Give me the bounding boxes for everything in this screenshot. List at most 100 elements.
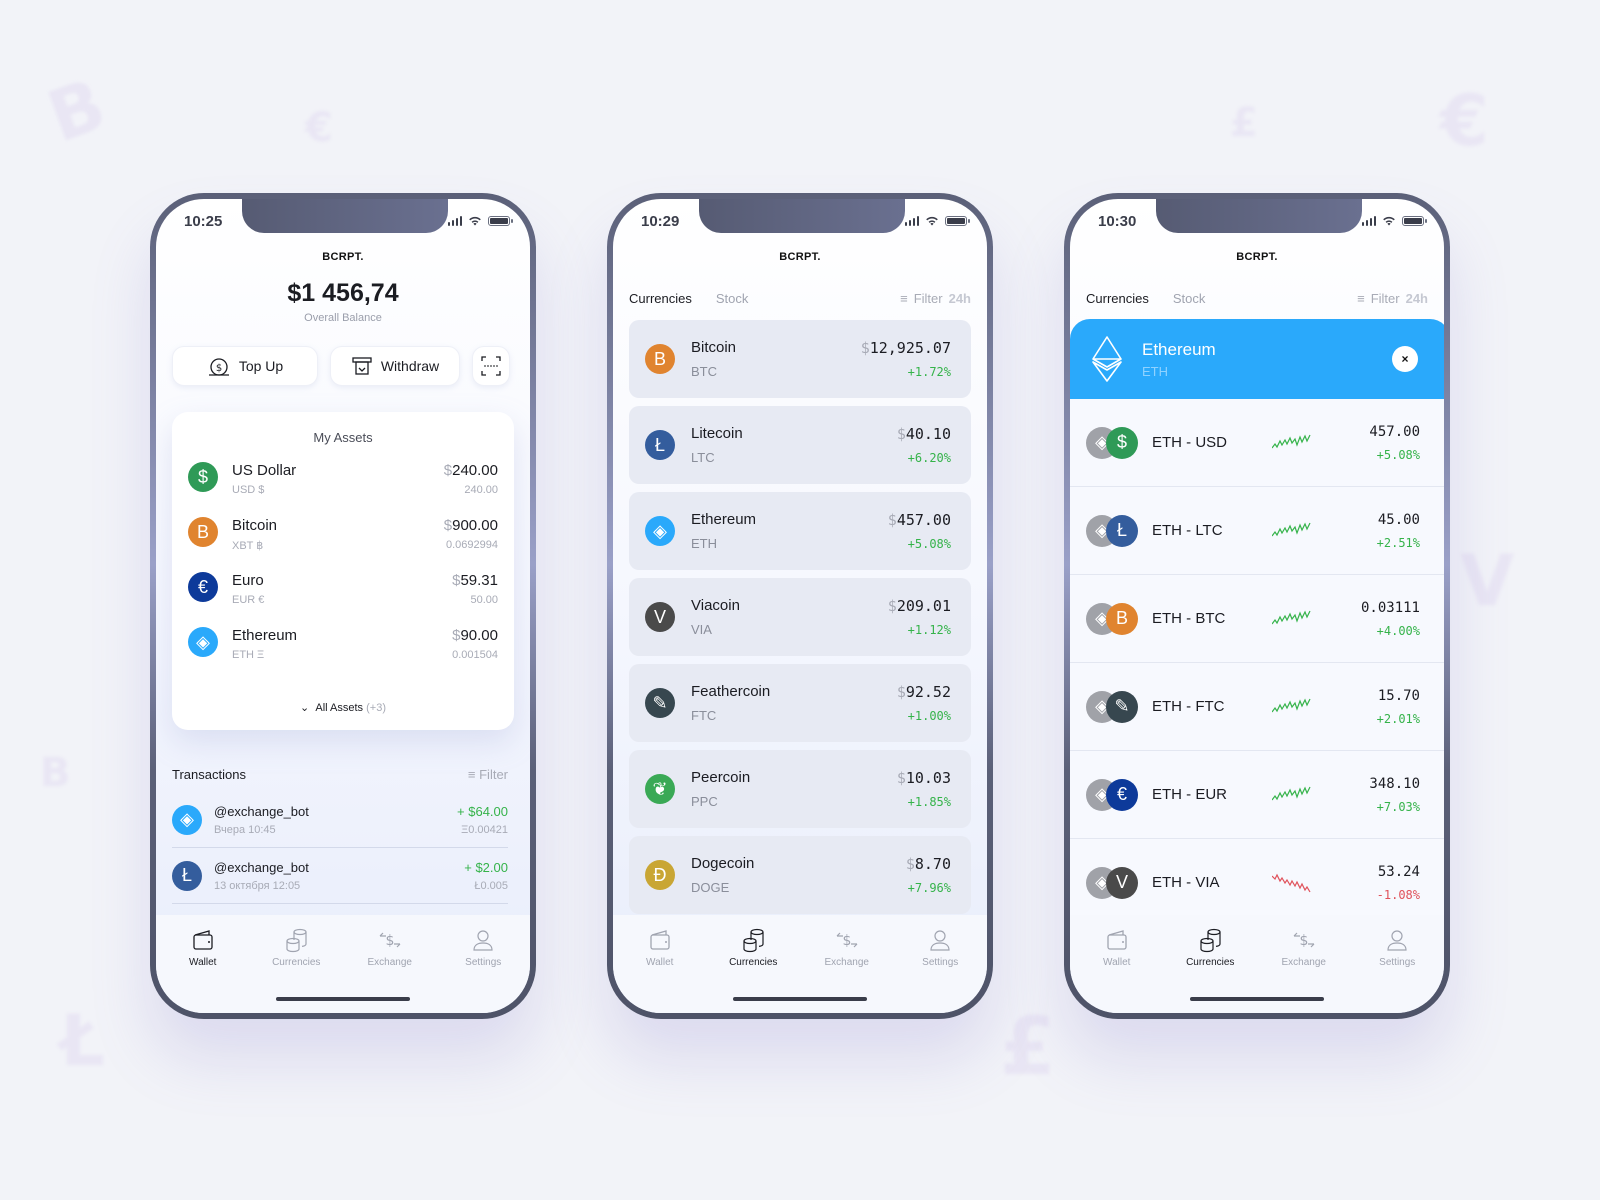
pair-row[interactable]: ◈ V ETH - VIA 53.24 -1.08% xyxy=(1070,839,1444,927)
pair-name: ETH - FTC xyxy=(1152,698,1225,715)
scan-qr-button[interactable] xyxy=(472,346,510,386)
pair-row[interactable]: ◈ € ETH - EUR 348.10 +7.03% xyxy=(1070,751,1444,839)
currency-card-dogecoin[interactable]: Ð Dogecoin DOGE $8.70 +7.96% xyxy=(629,836,971,914)
filter-button[interactable]: ≡ Filter 24h xyxy=(1357,291,1428,306)
asset-row-usd[interactable]: $ US Dollar USD $ $240.00 240.00 xyxy=(188,462,498,506)
tab-settings[interactable]: Settings xyxy=(443,927,523,1013)
currency-price: $92.52 xyxy=(896,683,951,701)
withdraw-label: Withdraw xyxy=(380,358,440,374)
wallet-icon xyxy=(650,930,670,950)
tab-wallet[interactable]: Wallet xyxy=(620,927,700,1013)
bitcoin-coin-icon: B xyxy=(188,517,218,547)
asset-row-euro[interactable]: € Euro EUR € $59.31 50.00 xyxy=(188,572,498,616)
asset-row-bitcoin[interactable]: B Bitcoin XBT ฿ $900.00 0.0692994 xyxy=(188,517,498,561)
currency-card-feathercoin[interactable]: ✎ Feathercoin FTC $92.52 +1.00% xyxy=(629,664,971,742)
filter-icon: ≡ xyxy=(1357,291,1365,306)
pair-row[interactable]: ◈ B ETH - BTC 0.03111 +4.00% xyxy=(1070,575,1444,663)
currency-change: +7.96% xyxy=(907,881,951,895)
asset-symbol: ETH Ξ xyxy=(232,649,265,661)
overall-balance-label: Overall Balance xyxy=(304,312,382,324)
pair-value: 15.70 xyxy=(1377,687,1420,704)
currency-card-viacoin[interactable]: V Viacoin VIA $209.01 +1.12% xyxy=(629,578,971,656)
pair-change: +2.51% xyxy=(1376,535,1420,550)
pair-icons: ◈ $ xyxy=(1086,426,1138,459)
tab-wallet[interactable]: Wallet xyxy=(163,927,243,1013)
pair-change: +7.03% xyxy=(1376,799,1420,814)
pair-name: ETH - BTC xyxy=(1152,610,1226,627)
sparkline-chart xyxy=(1272,873,1311,892)
status-icons xyxy=(904,216,970,226)
wifi-icon xyxy=(926,216,938,226)
asset-name: US Dollar xyxy=(232,462,297,479)
transaction-row[interactable]: ◈ @exchange_bot Вчера 10:45 + $64.00 Ξ0.00… xyxy=(172,792,508,848)
currency-price: $209.01 xyxy=(887,597,951,615)
battery-icon xyxy=(945,216,970,226)
phone-currencies: 10:29 BCRPT. Currencies Stock ≡ Filter 24h… xyxy=(607,193,993,1019)
sparkline-chart xyxy=(1272,522,1311,536)
ethereum-coin-icon: ◈ xyxy=(172,804,202,835)
pair-icons: ◈ V xyxy=(1086,866,1138,899)
currency-card-bitcoin[interactable]: B Bitcoin BTC $12,925.07 +1.72% xyxy=(629,320,971,398)
home-indicator[interactable] xyxy=(276,997,410,1001)
selected-currency-symbol: ETH xyxy=(1142,363,1168,379)
asset-symbol: XBT ฿ xyxy=(232,540,264,552)
pair-row[interactable]: ◈ $ ETH - USD 457.00 +5.08% xyxy=(1070,399,1444,487)
sparkline-chart xyxy=(1272,610,1311,624)
home-indicator[interactable] xyxy=(733,997,867,1001)
close-button[interactable]: × xyxy=(1392,346,1418,372)
segment-control: Currencies Stock ≡ Filter 24h xyxy=(629,291,971,306)
pair-value: 53.24 xyxy=(1377,863,1420,880)
currency-card-peercoin[interactable]: ❦ Peercoin PPC $10.03 +1.85% xyxy=(629,750,971,828)
tab-settings[interactable]: Settings xyxy=(1357,927,1437,1013)
asset-amount: 0.001504 xyxy=(452,649,498,661)
background-pound-glyph: £ xyxy=(1000,1000,1056,1093)
wifi-icon xyxy=(469,216,481,226)
pair-change: +2.01% xyxy=(1376,711,1420,726)
currency-name: Peercoin xyxy=(691,769,751,786)
transactions-header: Transactions ≡ Filter xyxy=(172,767,508,782)
quote-coin-icon: V xyxy=(1106,866,1138,899)
pair-value: 457.00 xyxy=(1369,423,1420,440)
wallet-actions: $ Top Up Withdraw xyxy=(172,346,514,386)
pair-row[interactable]: ◈ ✎ ETH - FTC 15.70 +2.01% xyxy=(1070,663,1444,751)
tab-wallet[interactable]: Wallet xyxy=(1077,927,1157,1013)
home-indicator[interactable] xyxy=(1190,997,1324,1001)
pair-row[interactable]: ◈ Ł ETH - LTC 45.00 +2.51% xyxy=(1070,487,1444,575)
scan-icon xyxy=(481,356,501,376)
quote-coin-icon: € xyxy=(1106,778,1138,811)
segment-currencies[interactable]: Currencies xyxy=(629,291,692,306)
coins-icon xyxy=(286,928,307,953)
currency-card-litecoin[interactable]: Ł Litecoin LTC $40.10 +6.20% xyxy=(629,406,971,484)
asset-row-ethereum[interactable]: ◈ Ethereum ETH Ξ $90.00 0.001504 xyxy=(188,627,498,671)
currency-card-ethereum[interactable]: ◈ Ethereum ETH $457.00 +5.08% xyxy=(629,492,971,570)
currency-name: Dogecoin xyxy=(691,855,755,872)
transactions-filter-button[interactable]: ≡ Filter xyxy=(468,767,508,782)
top-up-label: Top Up xyxy=(238,358,284,374)
segment-currencies[interactable]: Currencies xyxy=(1086,291,1149,306)
pair-change: -1.08% xyxy=(1376,887,1420,902)
pair-icons: ◈ Ł xyxy=(1086,514,1138,547)
withdraw-button[interactable]: Withdraw xyxy=(330,346,460,386)
wallet-icon xyxy=(193,930,213,950)
currency-price: $40.10 xyxy=(896,425,951,443)
top-up-button[interactable]: $ Top Up xyxy=(172,346,318,386)
segment-stock[interactable]: Stock xyxy=(1173,291,1206,306)
my-assets-title: My Assets xyxy=(313,430,373,445)
currency-symbol: ETH xyxy=(691,536,717,551)
sparkline-chart xyxy=(1272,434,1311,448)
transaction-row[interactable]: Ł @exchange_bot 13 октября 12:05 + $2.00 Ł… xyxy=(172,848,508,904)
quote-coin-icon: ✎ xyxy=(1106,690,1138,723)
asset-symbol: USD $ xyxy=(232,484,265,496)
phone-ethereum-detail: 10:30 BCRPT. Currencies Stock ≡ Filter 24h… xyxy=(1064,193,1450,1019)
segment-stock[interactable]: Stock xyxy=(716,291,749,306)
all-assets-button[interactable]: ⌄ All Assets (+3) xyxy=(172,701,514,714)
ethereum-detail-screen: 10:30 BCRPT. Currencies Stock ≡ Filter 24h… xyxy=(1070,199,1444,1013)
svg-text:$: $ xyxy=(385,933,394,949)
filter-button[interactable]: ≡ Filter 24h xyxy=(900,291,971,306)
signal-icon xyxy=(447,216,462,226)
status-icons xyxy=(1361,216,1427,226)
app-brand: BCRPT. xyxy=(1236,251,1278,263)
sparkline-chart xyxy=(1272,786,1311,800)
tab-settings[interactable]: Settings xyxy=(900,927,980,1013)
background-pound-glyph: £ xyxy=(1230,100,1258,146)
